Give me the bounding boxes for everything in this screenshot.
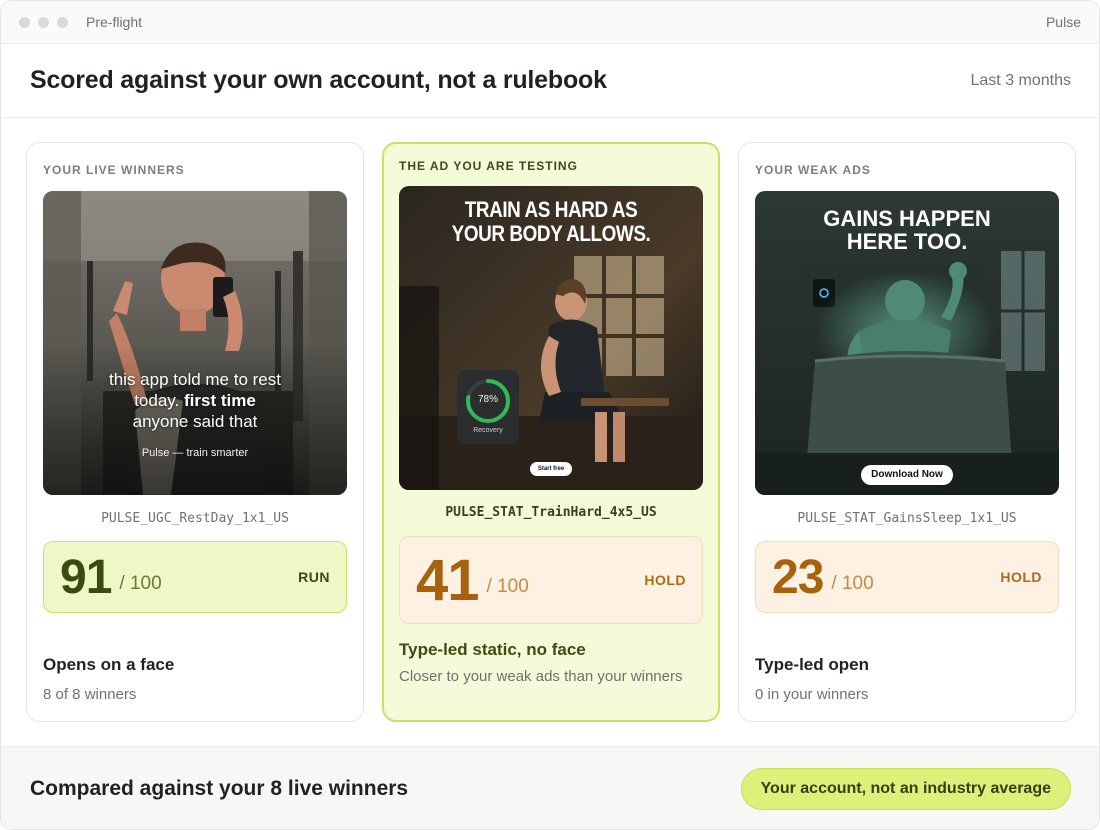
score-max: / 100 [119,573,162,594]
score-box: 23 / 100 HOLD [755,541,1059,613]
window-title: Pre-flight [86,14,143,30]
ad-thumbnail-testing[interactable]: TRAIN AS HARD AS YOUR BODY ALLOWS. 78% R… [399,186,703,490]
ad-thumbnail-weak[interactable]: GAINS HAPPEN HERE TOO. Download Now [755,191,1059,495]
headline-line: GAINS HAPPEN [823,206,991,231]
insight-title: Opens on a face [43,655,175,674]
comparison-area: YOUR LIVE WINNERS this app told me to re… [1,118,1099,746]
score-box: 91 / 100 RUN [43,541,347,613]
verdict-badge: RUN [298,569,330,585]
card-eyebrow: YOUR WEAK ADS [755,163,871,177]
app-name: Pulse [1045,14,1081,30]
ad-headline: TRAIN AS HARD AS YOUR BODY ALLOWS. [420,198,681,246]
headline-line: TRAIN AS HARD AS [464,197,638,222]
ad-name: PULSE_STAT_TrainHard_4x5_US [445,505,657,520]
insight-title: Type-led open [755,655,869,674]
minimize-window-button[interactable] [38,16,49,28]
ad-caption: this app told me to rest today. first ti… [43,369,347,432]
insight-title: Type-led static, no face [399,640,586,659]
ad-cta-button: Download Now [861,465,953,485]
score-max: / 100 [486,576,529,597]
verdict-badge: HOLD [1000,569,1042,585]
ad-brand-line: Pulse — train smarter [141,447,249,459]
ad-name: PULSE_STAT_GainsSleep_1x1_US [797,511,1017,526]
page-title: Scored against your own account, not a r… [30,66,607,94]
footer-title: Compared against your 8 live winners [30,777,409,800]
recovery-widget: 78% Recovery [457,370,519,444]
caption-line: today. first time [43,390,347,411]
score-box: 41 / 100 HOLD [399,536,703,624]
ad-headline: GAINS HAPPEN HERE TOO. [755,207,1059,253]
zoom-window-button[interactable] [57,16,68,28]
insight-subtitle: Closer to your weak ads than your winner… [399,668,683,685]
caption-emphasis: first time [183,391,256,410]
footer: Compared against your 8 live winners You… [1,746,1099,829]
card-eyebrow: THE AD YOU ARE TESTING [399,159,578,173]
score-value: 41 [416,547,480,613]
testing-card: THE AD YOU ARE TESTING TRAIN AS HARD AS … [382,142,720,722]
ad-name: PULSE_UGC_RestDay_1x1_US [101,511,289,526]
caption-line: anyone said that [132,412,258,431]
recovery-value: 78% [477,394,498,405]
page-header: Scored against your own account, not a r… [1,44,1099,118]
score-max: / 100 [831,573,874,594]
ad-thumbnail-winner[interactable]: this app told me to rest today. first ti… [43,191,347,495]
headline-line: HERE TOO. [846,229,968,254]
app-window: Pre-flight Pulse Scored against your own… [0,0,1100,830]
ad-cta-button: Start free [530,462,572,476]
title-bar: Pre-flight Pulse [1,1,1099,44]
recovery-label: Recovery [473,427,503,434]
score-value: 91 [60,550,112,604]
close-window-button[interactable] [19,16,30,28]
account-badge: Your account, not an industry average [740,768,1071,810]
headline-line: YOUR BODY ALLOWS. [451,221,651,246]
caption-text: today. [134,391,184,410]
insight: Type-led open 0 in your winners [755,655,1059,706]
insight: Opens on a face 8 of 8 winners [43,655,347,706]
window-controls [19,16,68,28]
insight-subtitle: 8 of 8 winners [43,686,137,703]
caption-line: this app told me to rest [109,370,281,389]
winners-card: YOUR LIVE WINNERS this app told me to re… [26,142,364,722]
score-value: 23 [772,550,824,604]
verdict-badge: HOLD [644,572,686,588]
weak-ads-card: YOUR WEAK ADS GAINS HAPPEN HERE TOO. Dow… [738,142,1076,722]
date-range-selector[interactable]: Last 3 months [971,72,1072,90]
card-eyebrow: YOUR LIVE WINNERS [43,163,185,177]
insight: Type-led static, no face Closer to your … [399,640,702,688]
insight-subtitle: 0 in your winners [755,686,869,703]
